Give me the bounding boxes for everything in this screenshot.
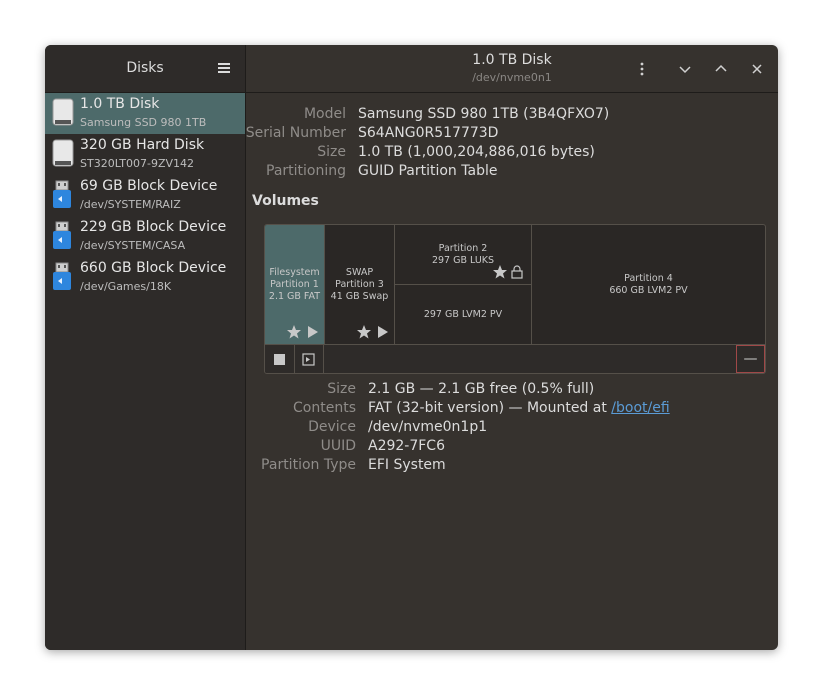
uuid-value: A292-7FC6 xyxy=(368,438,445,454)
partitioning-value: GUID Partition Table xyxy=(358,163,498,179)
star-icon xyxy=(357,325,388,339)
block-device-icon xyxy=(53,180,71,208)
partition-label: Partition 4 xyxy=(624,273,673,284)
disk-path: /dev/Games/18K xyxy=(80,280,172,293)
partition-options-button[interactable] xyxy=(294,345,324,373)
sidebar-header: Disks xyxy=(45,45,245,93)
contents-label: Contents xyxy=(293,400,356,416)
sidebar-item-229gb-block[interactable]: 229 GB Block Device /dev/SYSTEM/CASA xyxy=(45,216,245,257)
contents-value: FAT (32-bit version) — Mounted at /boot/… xyxy=(368,400,670,416)
mount-point-link[interactable]: /boot/efi xyxy=(611,400,669,416)
partition-label: Partition 2 xyxy=(438,243,488,254)
main-header: 1.0 TB Disk /dev/nvme0n1 xyxy=(246,45,778,93)
menu-icon[interactable] xyxy=(218,63,230,73)
star-icon xyxy=(287,325,318,339)
disk-path: /dev/SYSTEM/CASA xyxy=(80,239,186,252)
contents-text: FAT (32-bit version) — Mounted at xyxy=(368,400,607,416)
device-value: /dev/nvme0n1p1 xyxy=(368,419,488,435)
partition-label: Partition 3 xyxy=(335,279,384,290)
block-device-icon xyxy=(53,262,71,290)
partition-label: 660 GB LVM2 PV xyxy=(609,285,688,296)
disk-name: 1.0 TB Disk xyxy=(80,96,160,112)
partition-label: SWAP xyxy=(345,267,374,278)
lvm2-volume[interactable]: 297 GB LVM2 PV xyxy=(395,285,532,344)
partition-label: 2.1 GB FAT xyxy=(268,291,321,302)
device-label: Device xyxy=(308,419,356,435)
volumes-map: Filesystem Partition 1 2.1 GB FAT SWAP P… xyxy=(264,224,766,374)
sidebar-item-69gb-block[interactable]: 69 GB Block Device /dev/SYSTEM/RAIZ xyxy=(45,175,245,216)
stop-button[interactable] xyxy=(265,345,295,373)
serial-label: Serial Number xyxy=(245,125,346,141)
partition-3[interactable]: SWAP Partition 3 41 GB Swap xyxy=(325,225,395,344)
close-icon[interactable] xyxy=(747,59,767,79)
disk-name: 69 GB Block Device xyxy=(80,178,218,194)
sidebar-item-1tb-disk[interactable]: 1.0 TB Disk Samsung SSD 980 1TB xyxy=(45,93,245,134)
sidebar-title: Disks xyxy=(126,60,164,76)
partition-4[interactable]: Partition 4 660 GB LVM2 PV xyxy=(532,225,765,344)
disk-path: /dev/SYSTEM/RAIZ xyxy=(80,198,181,211)
delete-partition-button[interactable]: — xyxy=(736,345,765,373)
disks-window: Disks 1.0 TB Disk Samsung SSD 980 1TB 32… xyxy=(45,45,778,650)
disk-model: Samsung SSD 980 1TB xyxy=(80,116,207,129)
uuid-label: UUID xyxy=(320,438,356,454)
sidebar-item-320gb-disk[interactable]: 320 GB Hard Disk ST320LT007-9ZV142 xyxy=(45,134,245,175)
partition-2[interactable]: Partition 2 297 GB LUKS xyxy=(395,225,532,285)
block-device-icon xyxy=(53,221,71,249)
disk-name: 229 GB Block Device xyxy=(80,219,227,235)
kebab-menu-icon[interactable] xyxy=(632,59,652,79)
model-label: Model xyxy=(303,106,346,122)
model-value: Samsung SSD 980 1TB (3B4QFXO7) xyxy=(358,106,610,122)
settings-window-icon xyxy=(302,353,315,366)
partition-label: Partition 1 xyxy=(270,279,319,290)
disk-device-path: /dev/nvme0n1 xyxy=(472,71,552,84)
part-size-label: Size xyxy=(327,381,356,397)
partition-1[interactable]: Filesystem Partition 1 2.1 GB FAT xyxy=(265,225,325,344)
maximize-icon[interactable] xyxy=(711,59,731,79)
disk-model: ST320LT007-9ZV142 xyxy=(80,157,195,170)
disk-name: 660 GB Block Device xyxy=(80,260,227,276)
partitioning-label: Partitioning xyxy=(266,163,346,179)
sidebar: Disks 1.0 TB Disk Samsung SSD 980 1TB 32… xyxy=(45,45,246,650)
stop-icon xyxy=(274,354,285,365)
volumes-heading: Volumes xyxy=(252,193,319,209)
star-lock-icon xyxy=(493,265,523,279)
partition-label: 41 GB Swap xyxy=(330,291,389,302)
disk-title: 1.0 TB Disk xyxy=(472,52,552,68)
size-value: 1.0 TB (1,000,204,886,016 bytes) xyxy=(358,144,595,160)
volume-toolbar: — xyxy=(265,344,765,373)
disk-name: 320 GB Hard Disk xyxy=(80,137,205,153)
serial-value: S64ANG0R517773D xyxy=(358,125,499,141)
size-label: Size xyxy=(317,144,346,160)
hard-disk-icon xyxy=(52,98,74,126)
sidebar-item-660gb-block[interactable]: 660 GB Block Device /dev/Games/18K xyxy=(45,257,245,298)
minimize-icon[interactable] xyxy=(675,59,695,79)
hard-disk-icon xyxy=(52,139,74,167)
partition-type-value: EFI System xyxy=(368,457,446,473)
partition-label: Filesystem xyxy=(269,267,320,278)
partition-type-label: Partition Type xyxy=(261,457,356,473)
partition-label: 297 GB LVM2 PV xyxy=(423,309,503,320)
part-size-value: 2.1 GB — 2.1 GB free (0.5% full) xyxy=(368,381,595,397)
